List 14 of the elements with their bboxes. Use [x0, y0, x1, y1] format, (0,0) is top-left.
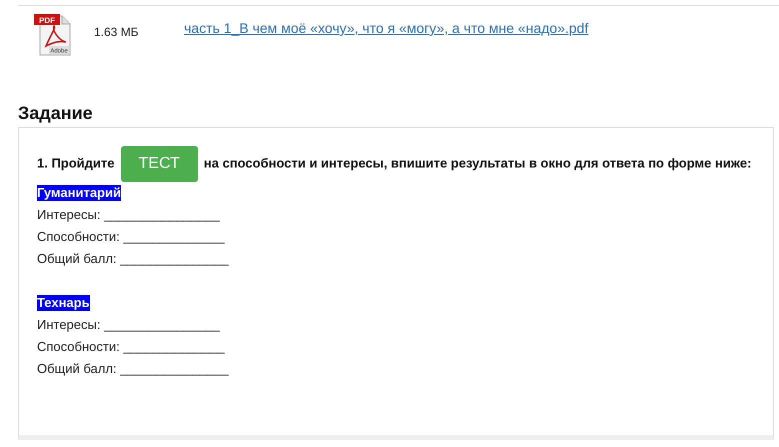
answer-line: Интересы: ________________ — [37, 316, 221, 334]
instruction-text: на способности и интересы, впишите результаты в окно для ответа по форме ниже: — [204, 155, 752, 170]
answer-line: Способности: ______________ — [37, 338, 226, 356]
section-heading: Задание — [18, 103, 94, 125]
test-button[interactable]: ТЕСТ — [120, 146, 198, 182]
file-link[interactable]: часть 1_В чем моё «хочу», что я «могу», а что мне «надо».pdf — [184, 20, 588, 36]
answer-line: Общий балл: _______________ — [37, 250, 230, 268]
answer-line: Общий балл: _______________ — [37, 360, 230, 378]
answer-line: Интересы: ________________ — [37, 206, 221, 224]
file-size: 1.63 МБ — [94, 25, 140, 39]
instruction-text: 1. Пройдите — [37, 155, 115, 170]
group-title: Гуманитарий — [37, 185, 121, 201]
answer-line: Способности: ______________ — [37, 228, 226, 246]
group-title: Технарь — [37, 295, 90, 311]
